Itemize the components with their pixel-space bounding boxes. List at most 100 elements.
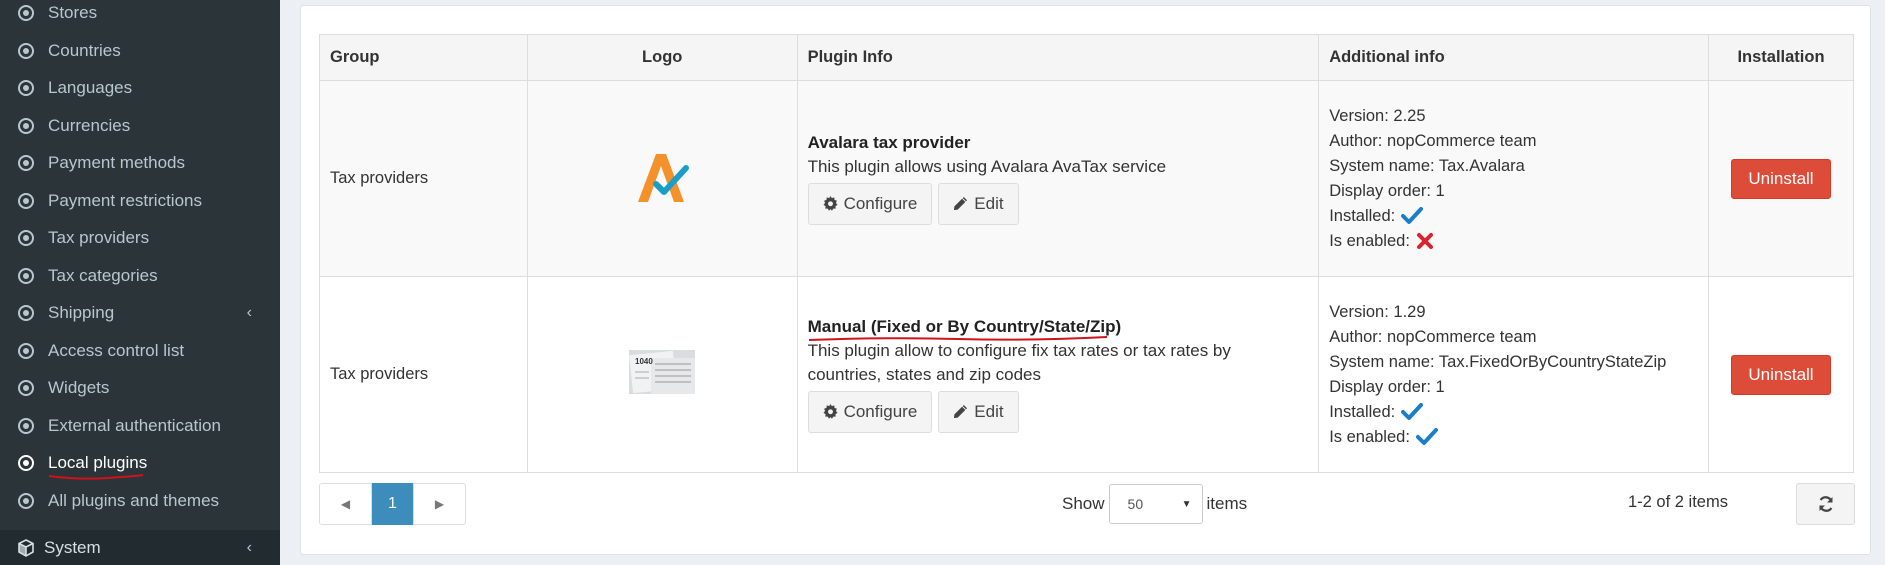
prev-page-button[interactable]: ◀ xyxy=(319,483,372,525)
system-name-text: System name: Tax.FixedOrByCountryStateZi… xyxy=(1329,352,1667,371)
additional-info-cell: Version: 1.29 Author: nopCommerce team S… xyxy=(1318,276,1709,473)
circle-icon xyxy=(18,304,34,321)
display-order-text: Display order: 1 xyxy=(1329,181,1445,200)
pencil-icon xyxy=(954,196,968,211)
group-cell: Tax providers xyxy=(319,276,528,473)
sidebar-item-label: Languages xyxy=(48,77,133,97)
plugin-name-text: Manual (Fixed or By Country/State/Zip) xyxy=(807,316,1122,336)
enabled-label: Is enabled: xyxy=(1329,427,1410,446)
refresh-icon xyxy=(1818,496,1833,512)
cross-icon xyxy=(1416,233,1433,249)
circle-icon xyxy=(18,154,34,171)
sidebar-item-system[interactable]: System ‹ xyxy=(0,530,280,565)
sidebar-item-payment-restrictions[interactable]: Payment restrictions xyxy=(0,182,280,219)
author-text: Author: nopCommerce team xyxy=(1329,327,1537,346)
system-name-text: System name: Tax.Avalara xyxy=(1329,156,1525,175)
page-button-current[interactable]: 1 xyxy=(372,483,413,525)
gear-icon xyxy=(823,404,838,419)
edit-button-label: Edit xyxy=(974,401,1004,421)
table-row: Tax providers Avalara tax provider This … xyxy=(319,80,1854,277)
sidebar-item-all-plugins-and-themes[interactable]: All plugins and themes xyxy=(0,482,280,519)
logo-cell xyxy=(526,80,798,277)
plugin-description: This plugin allows using Avalara AvaTax … xyxy=(807,156,1167,176)
uninstall-button[interactable]: Uninstall xyxy=(1731,158,1831,199)
author-text: Author: nopCommerce team xyxy=(1329,131,1537,150)
sidebar-item-stores[interactable]: Stores xyxy=(0,0,280,31)
pager: ◀ 1 ▶ xyxy=(319,483,466,525)
sidebar-item-countries[interactable]: Countries xyxy=(0,32,280,69)
chevron-left-icon: ‹ xyxy=(246,303,252,321)
uninstall-button[interactable]: Uninstall xyxy=(1731,354,1831,395)
circle-icon xyxy=(18,192,34,209)
sidebar-item-label: Countries xyxy=(48,40,121,60)
tax-form-logo-icon: 1040 xyxy=(629,350,696,394)
sidebar-item-payment-methods[interactable]: Payment methods xyxy=(0,144,280,181)
pencil-icon xyxy=(954,404,968,419)
sidebar-item-label: Payment restrictions xyxy=(48,190,202,210)
sidebar-item-tax-categories[interactable]: Tax categories xyxy=(0,257,280,294)
sidebar: Stores Countries Languages Currencies Pa… xyxy=(0,0,280,565)
page-size-select[interactable]: 50 ▼ xyxy=(1108,484,1203,524)
circle-icon xyxy=(18,454,34,471)
pager-range-info: 1-2 of 2 items xyxy=(1628,493,1728,511)
circle-icon xyxy=(18,4,34,21)
check-icon xyxy=(1401,403,1424,420)
additional-info-cell: Version: 2.25 Author: nopCommerce team S… xyxy=(1318,80,1709,277)
chevron-left-icon: ‹ xyxy=(246,538,252,556)
sidebar-item-access-control-list[interactable]: Access control list xyxy=(0,332,280,369)
circle-icon xyxy=(18,229,34,246)
sidebar-item-label: External authentication xyxy=(48,415,221,435)
sidebar-item-label: System xyxy=(44,537,101,557)
plugin-description: This plugin allow to configure fix tax r… xyxy=(807,340,1231,384)
annotation-underline xyxy=(48,474,144,480)
plugin-info-cell: Manual (Fixed or By Country/State/Zip) T… xyxy=(796,276,1320,473)
sidebar-item-languages[interactable]: Languages xyxy=(0,69,280,106)
configure-button[interactable]: Configure xyxy=(807,182,933,225)
table-row: Tax providers 1040 Manual (Fixed or By C… xyxy=(319,276,1854,473)
column-header-group[interactable]: Group xyxy=(319,34,528,81)
sidebar-item-shipping[interactable]: Shipping ‹ xyxy=(0,294,280,331)
circle-icon xyxy=(18,117,34,134)
edit-button[interactable]: Edit xyxy=(938,182,1019,225)
version-text: Version: 1.29 xyxy=(1329,302,1426,321)
circle-icon xyxy=(18,79,34,96)
sidebar-item-label: Tax categories xyxy=(48,265,158,285)
page-size-control: Show 50 ▼ items xyxy=(1062,483,1247,525)
check-icon xyxy=(1401,207,1424,224)
column-header-installation[interactable]: Installation xyxy=(1708,34,1854,81)
sidebar-item-tax-providers[interactable]: Tax providers xyxy=(0,219,280,256)
plugins-table: Group Logo Plugin Info Additional info I… xyxy=(319,34,1854,473)
plugin-name: Manual (Fixed or By Country/State/Zip) xyxy=(807,316,1122,341)
circle-icon xyxy=(18,417,34,434)
circle-icon xyxy=(18,267,34,284)
circle-icon xyxy=(18,492,34,509)
sidebar-item-currencies[interactable]: Currencies xyxy=(0,107,280,144)
next-page-button[interactable]: ▶ xyxy=(413,483,466,525)
configure-button[interactable]: Configure xyxy=(807,390,933,433)
refresh-button[interactable] xyxy=(1796,483,1855,525)
caret-right-icon: ▶ xyxy=(434,497,445,511)
table-header-row: Group Logo Plugin Info Additional info I… xyxy=(319,34,1854,81)
column-header-logo[interactable]: Logo xyxy=(526,34,798,81)
logo-cell: 1040 xyxy=(526,276,798,473)
plugin-name: Avalara tax provider xyxy=(807,132,971,152)
sidebar-item-label: Stores xyxy=(48,2,98,22)
sidebar-item-external-authentication[interactable]: External authentication xyxy=(0,407,280,444)
sidebar-item-label: Local plugins xyxy=(48,452,148,472)
plugin-info-cell: Avalara tax provider This plugin allows … xyxy=(796,80,1320,277)
installation-cell: Uninstall xyxy=(1708,276,1854,473)
sidebar-item-label: Payment methods xyxy=(48,152,186,172)
circle-icon xyxy=(18,379,34,396)
version-text: Version: 2.25 xyxy=(1329,106,1426,125)
edit-button[interactable]: Edit xyxy=(938,390,1019,433)
configure-button-label: Configure xyxy=(843,193,918,213)
display-order-text: Display order: 1 xyxy=(1329,377,1445,396)
column-header-additional-info[interactable]: Additional info xyxy=(1318,34,1709,81)
installed-label: Installed: xyxy=(1329,206,1396,225)
edit-button-label: Edit xyxy=(974,193,1004,213)
sidebar-item-widgets[interactable]: Widgets xyxy=(0,369,280,406)
column-header-plugin-info[interactable]: Plugin Info xyxy=(796,34,1320,81)
caret-left-icon: ◀ xyxy=(340,497,351,511)
sidebar-item-label: Tax providers xyxy=(48,227,150,247)
enabled-label: Is enabled: xyxy=(1329,231,1410,250)
